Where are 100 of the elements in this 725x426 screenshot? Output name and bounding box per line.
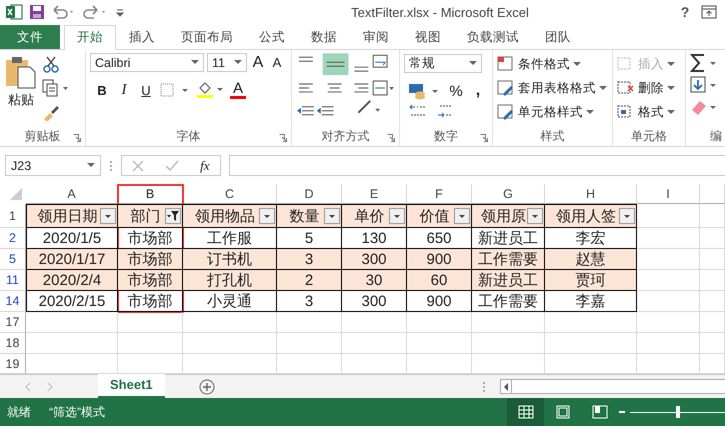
grid-cell[interactable] <box>700 204 725 228</box>
percent-button[interactable]: % <box>448 82 464 100</box>
grid-cell[interactable] <box>637 333 700 354</box>
filter-dropdown-icon[interactable] <box>389 208 405 224</box>
font-size-field[interactable]: 11 <box>207 53 247 72</box>
formula-field[interactable] <box>229 155 725 176</box>
style-command[interactable]: 条件格式 <box>497 53 608 76</box>
add-sheet-icon[interactable] <box>198 378 215 394</box>
row-header[interactable]: 17 <box>0 312 26 333</box>
dialog-launcher-icon[interactable] <box>73 134 81 142</box>
decrease-font-button[interactable]: A <box>269 55 285 70</box>
grid-cell[interactable] <box>700 333 725 354</box>
grid-cell[interactable] <box>183 333 277 354</box>
grid-cell[interactable] <box>700 249 725 270</box>
ribbon-tab[interactable]: 负载测试 <box>454 24 532 50</box>
filter-applied-icon[interactable] <box>165 208 181 224</box>
font-color-button[interactable]: A <box>230 82 246 99</box>
grid-cell[interactable] <box>26 312 118 333</box>
ribbon-tab[interactable]: 审阅 <box>350 24 402 50</box>
decrease-decimal-icon[interactable] <box>436 103 454 120</box>
grid-cell[interactable] <box>26 333 118 354</box>
paste-button[interactable]: 粘贴 <box>4 53 38 126</box>
number-format-field[interactable]: 常规 <box>404 54 482 74</box>
grid-cell[interactable] <box>637 204 700 228</box>
grid-cell[interactable] <box>407 312 472 333</box>
dialog-launcher-icon[interactable] <box>387 134 395 142</box>
filter-dropdown-icon[interactable] <box>259 208 275 224</box>
normal-view-button[interactable] <box>507 398 544 426</box>
italic-button[interactable]: I <box>116 82 132 99</box>
underline-button[interactable]: U <box>138 82 154 98</box>
ribbon-tab[interactable]: 团队 <box>532 24 584 50</box>
cells-command[interactable]: 删除 <box>617 77 681 100</box>
horizontal-scrollbar[interactable] <box>500 379 725 394</box>
grid-cell[interactable] <box>118 333 183 354</box>
filter-dropdown-icon[interactable] <box>324 208 340 224</box>
scroll-right-icon[interactable] <box>46 382 54 392</box>
grid-cell[interactable] <box>472 312 545 333</box>
ribbon-tab[interactable]: 页面布局 <box>168 24 246 50</box>
sheet-tab[interactable]: Sheet1 <box>98 374 165 398</box>
copy-icon[interactable] <box>42 79 70 98</box>
row-header[interactable]: 18 <box>0 333 26 354</box>
ribbon-tab[interactable]: 视图 <box>402 24 454 50</box>
column-header[interactable] <box>700 184 725 204</box>
grid-cell[interactable] <box>183 312 277 333</box>
ribbon-tab[interactable]: 数据 <box>298 24 350 50</box>
dialog-launcher-icon[interactable] <box>480 134 488 142</box>
ribbon-tab[interactable]: 文件 <box>0 24 60 50</box>
row-header[interactable]: 2 <box>0 228 26 249</box>
cells-command[interactable]: 格式 <box>617 101 681 124</box>
column-header[interactable]: H <box>545 184 637 204</box>
grid-cell[interactable] <box>637 228 700 249</box>
row-header[interactable]: 11 <box>0 270 26 291</box>
grid-cell[interactable] <box>277 312 342 333</box>
filter-dropdown-icon[interactable] <box>619 208 635 224</box>
row-header[interactable]: 14 <box>0 291 26 312</box>
grid-cell[interactable] <box>342 333 407 354</box>
grid-cell[interactable] <box>700 291 725 312</box>
grid-cell[interactable] <box>700 312 725 333</box>
save-icon[interactable] <box>29 4 45 20</box>
grid-cell[interactable] <box>342 312 407 333</box>
format-painter-icon[interactable] <box>42 103 60 122</box>
grid-cell[interactable] <box>545 333 637 354</box>
cancel-icon[interactable] <box>132 160 144 172</box>
column-header[interactable]: D <box>277 184 342 204</box>
column-header[interactable]: I <box>637 184 700 204</box>
grid-cell[interactable] <box>277 333 342 354</box>
insert-function-button[interactable]: fx <box>200 158 210 174</box>
name-box[interactable]: J23 <box>5 155 101 176</box>
grid-cell[interactable] <box>637 312 700 333</box>
fill-color-icon[interactable] <box>196 81 224 100</box>
comma-button[interactable]: , <box>470 82 486 100</box>
ribbon-tab[interactable]: 插入 <box>116 24 168 50</box>
filter-dropdown-icon[interactable] <box>100 208 116 224</box>
ribbon-tab[interactable]: 公式 <box>246 24 298 50</box>
column-header[interactable]: F <box>407 184 472 204</box>
ribbon-display-icon[interactable] <box>701 5 717 20</box>
grid-cell[interactable] <box>700 228 725 249</box>
row-header[interactable]: 1 <box>0 204 26 228</box>
increase-font-button[interactable]: A <box>250 54 266 72</box>
grid-cell[interactable] <box>700 270 725 291</box>
borders-icon[interactable] <box>160 82 190 98</box>
grid-cell[interactable] <box>118 312 183 333</box>
cut-icon[interactable] <box>42 55 60 74</box>
bold-button[interactable]: B <box>94 82 110 98</box>
dialog-launcher-icon[interactable] <box>279 134 287 142</box>
grid-cell[interactable] <box>545 312 637 333</box>
font-name-field[interactable]: Calibri <box>90 53 204 72</box>
slider-thumb[interactable] <box>676 406 680 418</box>
style-command[interactable]: 套用表格格式 <box>497 77 608 100</box>
column-header[interactable]: C <box>183 184 277 204</box>
ribbon-tab[interactable]: 开始 <box>64 24 116 50</box>
row-header[interactable]: 5 <box>0 249 26 270</box>
column-header[interactable]: G <box>472 184 545 204</box>
help-button[interactable]: ? <box>675 4 695 20</box>
grid-cell[interactable] <box>472 333 545 354</box>
filter-dropdown-icon[interactable] <box>454 208 470 224</box>
grid-cell[interactable] <box>637 249 700 270</box>
column-header[interactable]: E <box>342 184 407 204</box>
enter-icon[interactable] <box>165 160 180 172</box>
grid-cell[interactable] <box>637 291 700 312</box>
